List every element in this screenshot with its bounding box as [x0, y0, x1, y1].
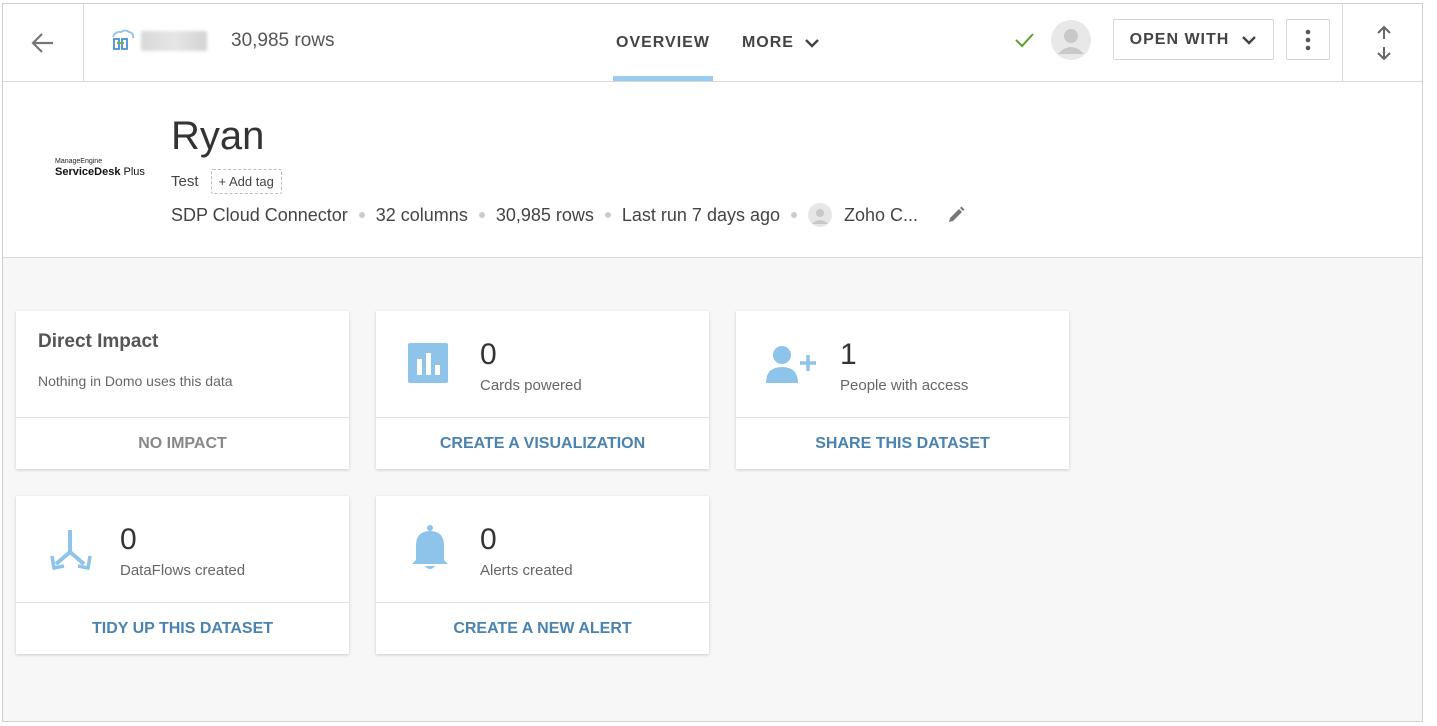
card-body: 0 Cards powered [376, 311, 709, 418]
add-tag-button[interactable]: + Add tag [210, 169, 282, 194]
expand-collapse-button[interactable] [1342, 4, 1422, 81]
logo-product: ServiceDesk Plus [55, 166, 155, 178]
column-count: 32 columns [375, 204, 468, 225]
card-count: 0 [480, 523, 497, 556]
share-dataset-button[interactable]: SHARE THIS DATASET [736, 418, 1069, 469]
dataset-header: ManageEngine ServiceDesk Plus Ryan Test … [3, 82, 1422, 258]
create-alert-button[interactable]: CREATE A NEW ALERT [376, 603, 709, 654]
connector-name: SDP Cloud Connector [171, 204, 348, 225]
logo-product-rest: Plus [120, 166, 145, 178]
card-body: 1 People with access [736, 311, 1069, 418]
tab-overview-label: OVERVIEW [616, 33, 710, 51]
tab-more[interactable]: MORE [739, 4, 823, 81]
app-window: 30,985 rows OVERVIEW MORE OPEN WITH Mana… [2, 3, 1423, 722]
card-label: Cards powered [480, 377, 582, 394]
open-with-button[interactable]: OPEN WITH [1113, 19, 1274, 60]
card-count: 0 [480, 338, 497, 371]
separator-dot [478, 212, 485, 218]
chevron-down-icon [1242, 35, 1257, 45]
chevron-down-icon [805, 38, 819, 48]
create-visualization-button[interactable]: CREATE A VISUALIZATION [376, 418, 709, 469]
tab-more-label: MORE [741, 33, 794, 51]
card-label: DataFlows created [120, 562, 246, 579]
card-body: 0 DataFlows created [16, 496, 349, 603]
logo-brand: ManageEngine [55, 158, 103, 165]
card-description: Nothing in Domo uses this data [38, 373, 233, 389]
page-title: Ryan [171, 114, 265, 158]
arrow-left-icon [31, 32, 53, 53]
dataset-icon [112, 29, 135, 50]
card-label: People with access [840, 377, 969, 394]
logo-product-bold: ServiceDesk [55, 166, 121, 178]
bar-chart-icon [408, 343, 448, 383]
dataflow-icon [50, 530, 92, 570]
no-impact-button[interactable]: NO IMPACT [16, 418, 349, 469]
user-icon [1058, 29, 1084, 54]
owner-avatar [808, 203, 832, 227]
owner-name[interactable]: Zoho C... [844, 205, 918, 226]
card-label: Alerts created [480, 562, 573, 579]
more-options-button[interactable] [1286, 19, 1330, 60]
tidy-up-dataset-button[interactable]: TIDY UP THIS DATASET [16, 603, 349, 654]
direct-impact-card: Direct Impact Nothing in Domo uses this … [16, 311, 349, 469]
check-icon [1015, 33, 1034, 48]
card-title: Direct Impact [38, 331, 159, 352]
card-body: Direct Impact Nothing in Domo uses this … [16, 311, 349, 418]
rows-count: 30,985 rows [231, 30, 335, 51]
dataset-name-redacted [141, 31, 207, 51]
dataset-meta: SDP Cloud Connector 32 columns 30,985 ro… [171, 203, 966, 227]
separator-dot [358, 212, 365, 218]
card-count: 1 [840, 338, 857, 371]
bell-icon [412, 525, 448, 569]
row-count: 30,985 rows [495, 204, 594, 225]
tag-row: Test + Add tag [171, 169, 282, 194]
tag-label[interactable]: Test [171, 173, 199, 190]
sort-arrows-icon [1377, 25, 1391, 60]
separator-dot [604, 212, 611, 218]
cards-powered-card: 0 Cards powered CREATE A VISUALIZATION [376, 311, 709, 469]
card-count: 0 [120, 523, 137, 556]
open-with-label: OPEN WITH [1129, 30, 1230, 48]
kebab-menu-icon [1305, 29, 1311, 50]
avatar[interactable] [1051, 20, 1091, 60]
card-body: 0 Alerts created [376, 496, 709, 603]
dataflows-card: 0 DataFlows created TIDY UP THIS DATASET [16, 496, 349, 654]
user-icon [812, 209, 828, 224]
last-run: Last run 7 days ago [621, 204, 780, 225]
pencil-icon[interactable] [946, 205, 966, 225]
alerts-card: 0 Alerts created CREATE A NEW ALERT [376, 496, 709, 654]
connector-logo: ManageEngine ServiceDesk Plus [55, 158, 155, 178]
people-access-card: 1 People with access SHARE THIS DATASET [736, 311, 1069, 469]
tab-overview[interactable]: OVERVIEW [613, 4, 713, 81]
back-button[interactable] [3, 4, 84, 81]
separator-dot [791, 212, 797, 218]
tab-bar: OVERVIEW MORE [613, 4, 849, 81]
top-bar: 30,985 rows OVERVIEW MORE OPEN WITH [3, 4, 1422, 82]
add-user-icon [766, 346, 816, 383]
